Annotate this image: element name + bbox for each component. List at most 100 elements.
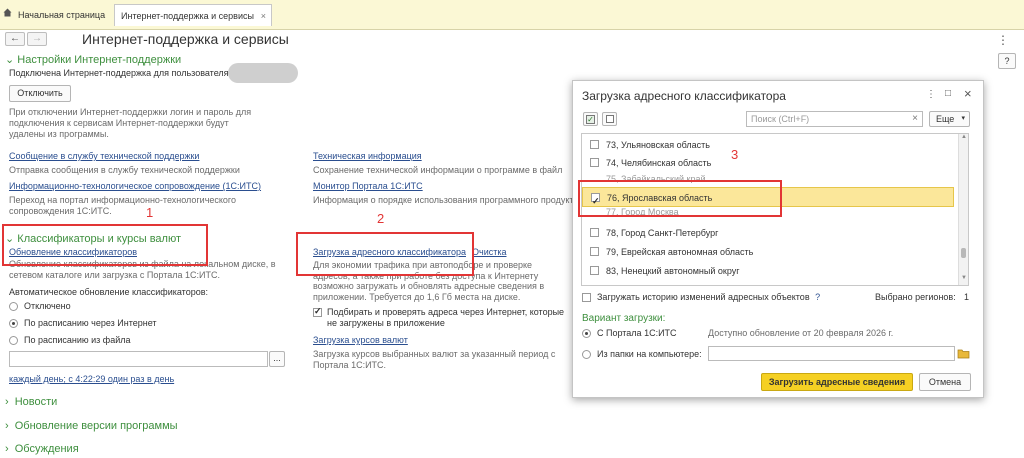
region-checkbox[interactable] (590, 140, 599, 149)
updates-label: Обновление версии программы (14, 420, 178, 432)
tech-info-desc: Сохранение технической информации о прог… (313, 165, 563, 175)
updates-section-header[interactable]: › Обновление версии программы (5, 420, 178, 432)
user-name-blur (228, 63, 298, 83)
tab-bar: Начальная страница Интернет-поддержка и … (0, 0, 1024, 30)
radio-internet-schedule[interactable] (9, 319, 18, 328)
region-label: 73, Ульяновская область (606, 140, 710, 150)
variant-header: Вариант загрузки: (582, 313, 666, 324)
settings-section-header[interactable]: ⌄ Настройки Интернет-поддержки (5, 53, 181, 66)
auto-update-label: Автоматическое обновление классификаторо… (9, 287, 208, 297)
selected-count-value: 1 (964, 292, 970, 302)
region-checkbox[interactable] (590, 228, 599, 237)
scroll-down-icon[interactable]: ▼ (961, 275, 967, 281)
uncheck-all-button[interactable] (602, 112, 617, 126)
region-label: 74, Челябинская область (606, 158, 712, 168)
schedule-link[interactable]: каждый день; с 4:22:29 один раз в день (9, 374, 174, 384)
browse-button[interactable]: ... (269, 351, 285, 367)
discussions-section-header[interactable]: › Обсуждения (5, 443, 79, 455)
home-icon[interactable] (3, 8, 12, 17)
check-all-icon: ✓ (586, 115, 595, 124)
disconnect-note: При отключении Интернет-поддержки логин … (9, 107, 252, 139)
selected-count-label: Выбрано регионов: (875, 292, 956, 302)
clear-search-icon[interactable]: × (912, 113, 918, 124)
close-icon[interactable]: × (261, 5, 266, 27)
support-message-desc: Отправка сообщения в службу технической … (9, 165, 240, 175)
annotation-number-3: 3 (731, 147, 739, 162)
portal-monitor-link[interactable]: Монитор Портала 1С:ИТС (313, 181, 423, 191)
folder-path-input[interactable] (708, 346, 955, 361)
list-item[interactable]: 83, Ненецкий автономный округ (582, 262, 954, 280)
file-path-input[interactable] (9, 351, 268, 367)
more-menu-icon[interactable]: ⋮ (997, 33, 1009, 47)
check-addresses-label: Подбирать и проверять адреса через Интер… (327, 307, 565, 328)
region-checkbox[interactable] (590, 158, 599, 167)
more-button[interactable]: Еще ▾ (929, 111, 970, 127)
help-icon[interactable]: ? (815, 292, 820, 302)
list-item[interactable]: 73, Ульяновская область (582, 136, 954, 154)
radio-folder[interactable] (582, 350, 591, 359)
list-scrollbar[interactable]: ▲ ▼ (958, 134, 968, 285)
search-input[interactable]: Поиск (Ctrl+F) × (746, 111, 923, 127)
history-checkbox[interactable] (582, 293, 591, 302)
cancel-button[interactable]: Отмена (919, 373, 971, 391)
uncheck-all-icon (606, 115, 614, 123)
back-button[interactable]: ← (5, 32, 25, 46)
radio-file-label: По расписанию из файла (24, 335, 131, 345)
discussions-label: Обсуждения (14, 443, 79, 455)
history-label: Загружать историю изменений адресных объ… (597, 292, 820, 302)
history-label-text: Загружать историю изменений адресных объ… (597, 292, 810, 302)
radio-portal[interactable] (582, 329, 591, 338)
disconnect-button[interactable]: Отключить (9, 85, 71, 102)
radio-disabled[interactable] (9, 302, 18, 311)
tab-internet-support[interactable]: Интернет-поддержка и сервисы × (114, 4, 272, 26)
dialog-more-icon[interactable]: ⋮ (926, 89, 936, 100)
help-button[interactable]: ? (998, 53, 1016, 69)
region-label: 83, Ненецкий автономный округ (606, 266, 740, 276)
close-icon[interactable]: × (964, 86, 972, 101)
region-checkbox[interactable] (590, 266, 599, 275)
maximize-icon[interactable]: □ (945, 88, 951, 99)
settings-header-label: Настройки Интернет-поддержки (17, 54, 182, 66)
region-label: 79, Еврейская автономная область (606, 247, 754, 257)
region-checkbox[interactable] (590, 247, 599, 256)
chevron-right-icon: › (5, 443, 9, 455)
portal-monitor-desc: Информация о порядке использования прогр… (313, 195, 602, 205)
region-label: 78, Город Санкт-Петербург (606, 228, 719, 238)
news-section-header[interactable]: › Новости (5, 396, 57, 408)
annotation-number-2: 2 (377, 211, 385, 226)
tab-label: Интернет-поддержка и сервисы (121, 11, 254, 21)
folder-icon[interactable] (957, 347, 970, 360)
radio-internet-label: По расписанию через Интернет (24, 318, 157, 328)
address-classifier-dialog: Загрузка адресного классификатора ⋮ □ × … (572, 80, 984, 398)
radio-file-schedule[interactable] (9, 336, 18, 345)
list-item[interactable]: 74, Челябинская область (582, 154, 954, 172)
list-item[interactable]: 79, Еврейская автономная область (582, 243, 954, 261)
load-address-data-button[interactable]: Загрузить адресные сведения (761, 373, 913, 391)
annotation-box-3 (578, 180, 782, 217)
its-desc: Переход на портал информационно-технолог… (9, 195, 237, 216)
annotation-box-2 (296, 232, 474, 276)
radio-disabled-label: Отключено (24, 301, 71, 311)
chevron-right-icon: › (5, 396, 9, 408)
dialog-title: Загрузка адресного классификатора (582, 89, 786, 103)
scroll-up-icon[interactable]: ▲ (961, 134, 967, 140)
check-addresses-checkbox[interactable] (313, 306, 322, 317)
cleanup-link[interactable]: Очистка (472, 247, 506, 257)
dropdown-arrow-icon: ▾ (961, 115, 965, 122)
list-item[interactable]: 78, Город Санкт-Петербург (582, 224, 954, 242)
its-link[interactable]: Информационно-технологическое сопровожде… (9, 181, 261, 191)
chevron-down-icon: ⌄ (5, 54, 15, 66)
more-button-label: Еще (936, 114, 955, 124)
chevron-right-icon: › (5, 420, 9, 432)
support-message-link[interactable]: Сообщение в службу технической поддержки (9, 151, 199, 161)
check-all-button[interactable]: ✓ (583, 112, 598, 126)
forward-button[interactable]: → (27, 32, 47, 46)
scroll-thumb[interactable] (961, 248, 966, 258)
tech-info-link[interactable]: Техническая информация (313, 151, 422, 161)
user-status-text: Подключена Интернет-поддержка для пользо… (9, 68, 229, 78)
radio-folder-label: Из папки на компьютере: (597, 349, 702, 359)
currency-rates-link[interactable]: Загрузка курсов валют (313, 335, 408, 345)
tab-home[interactable]: Начальная страница (18, 4, 105, 26)
radio-portal-label: С Портала 1С:ИТС (597, 328, 677, 338)
search-placeholder: Поиск (Ctrl+F) (751, 114, 810, 124)
